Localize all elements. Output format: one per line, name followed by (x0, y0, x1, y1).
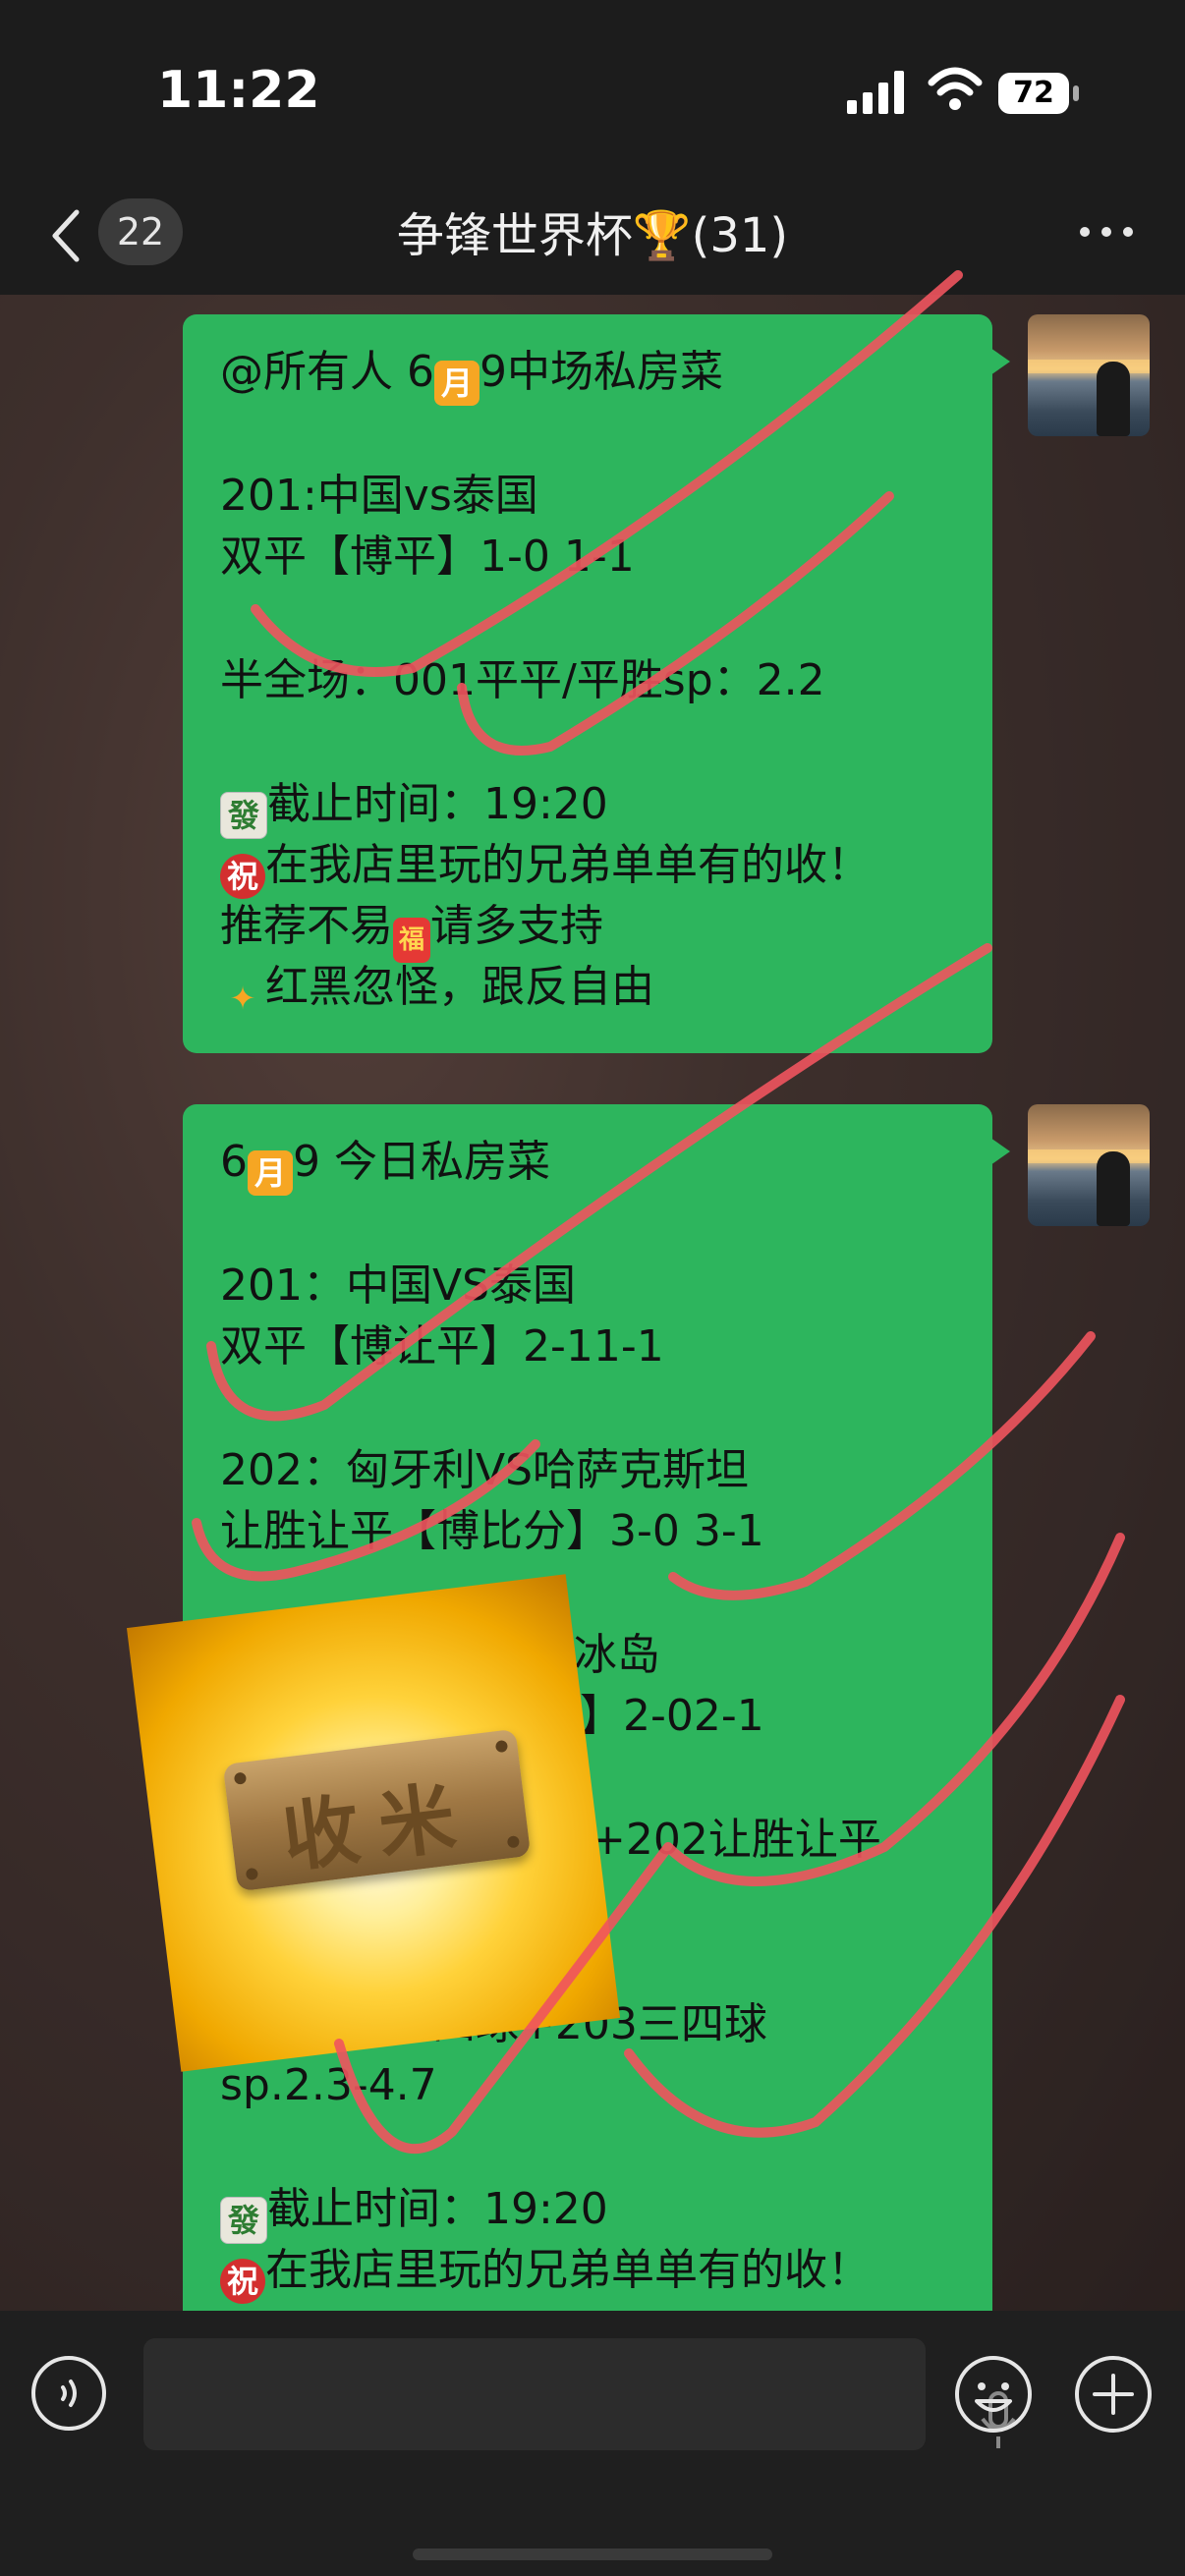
cellular-signal-icon (847, 71, 904, 114)
party-popper-icon: ✦ (229, 980, 256, 1017)
message-line: 201：中国VS泰国 (220, 1260, 577, 1311)
message-bubble[interactable]: @所有人 6 月 9中场私房菜 201:中国vs泰国 双平【博平】1-0 1-1 半… (183, 314, 1010, 1053)
chat-title: 争锋世界杯🏆(31) (396, 208, 789, 263)
message-line: 6月9 今日私房菜 (220, 1138, 550, 1196)
mahjong-fa-icon: 發 (220, 792, 267, 839)
month-emoji-icon: 月 (248, 1150, 293, 1196)
sender-avatar[interactable] (1028, 1104, 1150, 1226)
message-line: 推荐不易福请多支持 (220, 902, 603, 963)
month-emoji-icon: 月 (433, 361, 480, 406)
zhu-blessing-icon: 祝 (220, 2259, 265, 2304)
sticker-plate: 收米 (222, 1728, 532, 1892)
more-options-icon[interactable] (1077, 222, 1136, 242)
message-line: 祝在我店里玩的兄弟单单有的收！ (220, 841, 871, 899)
message-line: 202：匈牙利VS哈萨克斯坦 (220, 1445, 750, 1495)
status-bar: 11:22 72 (0, 0, 1185, 187)
emoji-picker-icon[interactable] (953, 2354, 1034, 2435)
message-line: 让胜让平【博比分】3-0 3-1 (220, 1506, 764, 1556)
message-line: sp.2.3-4.7 (220, 2060, 437, 2110)
message-input-field[interactable] (143, 2338, 1016, 2450)
battery-icon: 72 (998, 73, 1081, 114)
mahjong-fa-icon: 發 (220, 2197, 267, 2244)
message-line: 201:中国vs泰国 (220, 471, 538, 521)
status-time: 11:22 (157, 61, 320, 120)
wifi-icon (928, 67, 983, 110)
shoumi-sticker: 收米 (126, 1574, 621, 2072)
message-line: 双平【博让平】2-11-1 (220, 1321, 664, 1372)
zhu-blessing-icon: 祝 (220, 854, 265, 899)
input-bar (0, 2311, 1185, 2576)
message-line: 發截止时间：19:20 (220, 2185, 608, 2244)
red-envelope-icon: 福 (393, 918, 430, 963)
home-indicator[interactable] (413, 2548, 772, 2560)
sender-avatar[interactable] (1028, 314, 1150, 436)
add-attachment-icon[interactable] (1073, 2354, 1154, 2435)
message-line: 半全场：001平平/平胜sp：2.2 (220, 655, 825, 705)
message-line: 双平【博平】1-0 1-1 (220, 532, 635, 582)
battery-level: 72 (998, 73, 1069, 114)
message-line: ✦ 红黑忽怪，跟反自由 (220, 963, 654, 1021)
sticker-text: 收米 (277, 1770, 480, 1883)
message-line: @所有人 6 月 9中场私房菜 (220, 348, 723, 406)
voice-input-icon[interactable] (29, 2354, 108, 2433)
message-line: 發截止时间：19:20 (220, 780, 608, 839)
message-line: 祝在我店里玩的兄弟单单有的收！ (220, 2246, 871, 2304)
